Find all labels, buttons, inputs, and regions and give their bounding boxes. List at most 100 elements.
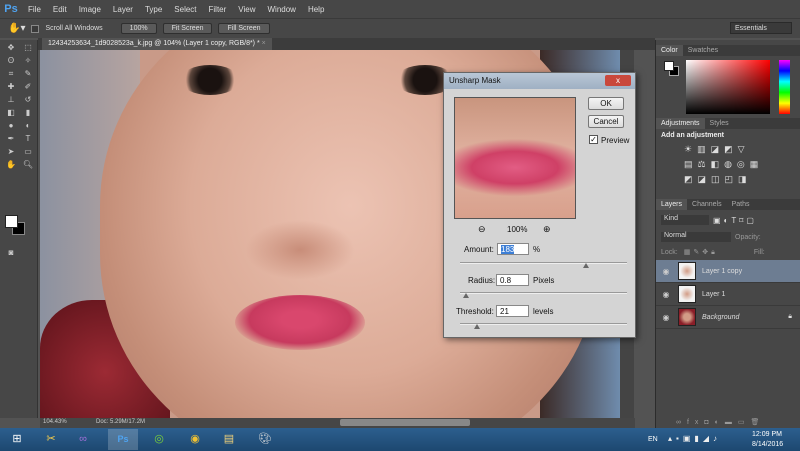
workspace-select[interactable]: Essentials [730,22,792,34]
layer-row[interactable]: ◉ Layer 1 copy [656,260,800,283]
menu-layer[interactable]: Layer [107,5,139,14]
zoom-in-icon[interactable]: ⊕ [543,224,551,235]
history-brush-icon[interactable]: ↺ [22,95,34,105]
lock-icons[interactable]: ▦✎✥🔒︎ [684,248,718,257]
adjustments-panel-tabs: Adjustments Styles [656,118,800,129]
layers-footer-icons[interactable]: ∞fx◘◐▬▭🗑︎ [676,418,765,426]
menu-type[interactable]: Type [139,5,168,14]
crop-tool-icon[interactable]: ⌗ [5,69,17,79]
radius-slider[interactable] [460,292,627,294]
amount-input[interactable]: 183 [497,243,529,255]
close-tab-icon[interactable]: × [262,40,266,47]
menu-window[interactable]: Window [262,5,302,14]
tab-swatches[interactable]: Swatches [683,45,723,56]
radius-slider-knob[interactable] [463,293,469,298]
menu-help[interactable]: Help [302,5,330,14]
layer-row[interactable]: ◉ Layer 1 [656,283,800,306]
amount-slider-knob[interactable] [583,263,589,268]
preview-image[interactable] [454,97,576,219]
taskbar-chrome-icon[interactable]: ◉ [180,429,210,450]
clock-time[interactable]: 12:09 PM [752,431,782,438]
preview-checkbox[interactable]: ✓ [589,135,598,144]
brush-tool-icon[interactable]: ✐ [22,82,34,92]
tab-layers[interactable]: Layers [656,199,688,210]
radius-unit: Pixels [533,276,555,285]
layer-row[interactable]: ◉ Background 🔒︎ [656,306,800,329]
healing-brush-icon[interactable]: ✚ [5,82,17,92]
visibility-eye-icon[interactable]: ◉ [656,313,676,322]
path-select-icon[interactable]: ➤ [5,147,17,157]
shape-tool-icon[interactable]: ▭ [22,147,34,157]
menu-file[interactable]: File [22,5,47,14]
menu-image[interactable]: Image [73,5,107,14]
tab-styles[interactable]: Styles [705,118,734,129]
dodge-tool-icon[interactable]: ◐ [22,121,34,131]
zoom-100-button[interactable]: 100% [120,23,157,34]
fit-screen-button[interactable]: Fit Screen [162,23,213,34]
ok-button[interactable]: OK [588,97,624,110]
eraser-icon[interactable]: ◧ [5,108,17,118]
tab-adjustments[interactable]: Adjustments [656,118,705,129]
menu-filter[interactable]: Filter [203,5,233,14]
hand-tool-icon[interactable]: ✋▾ [8,23,25,34]
eyedropper-icon[interactable]: ✎ [22,69,34,79]
taskbar-paint-icon[interactable]: 🎨︎ [250,429,280,450]
type-tool-icon[interactable]: T [22,134,34,144]
document-tab[interactable]: 12434253634_1d9028523a_k.jpg @ 104% (Lay… [42,38,272,50]
lasso-tool-icon[interactable]: ʘ [5,56,17,66]
move-tool-icon[interactable]: ✥ [5,43,17,53]
hand-tool-icon[interactable]: ✋ [5,160,17,170]
blur-tool-icon[interactable]: ● [5,121,17,131]
layer-filter-row: Kind ▣◐T⌑▢ [661,213,795,227]
filter-icons[interactable]: ▣◐T⌑▢ [713,216,757,225]
hue-slider[interactable] [779,60,790,114]
stamp-tool-icon[interactable]: ⊥ [5,95,17,105]
radius-input[interactable]: 0.8 [496,274,529,286]
horizontal-scrollbar[interactable] [340,419,470,426]
start-button[interactable]: ⊞ [2,429,32,450]
language-indicator[interactable]: EN [648,436,658,443]
foreground-color-swatch[interactable] [5,215,18,228]
marquee-tool-icon[interactable]: ⬚ [22,43,34,53]
clock-date[interactable]: 8/14/2016 [752,441,783,448]
foreground-color[interactable] [664,61,674,71]
adjustment-icons[interactable]: ☀▥◪◩▽ ▤⚖◧◍◎▦ ◩◪◫◰◨ [656,142,800,187]
tray-icons[interactable]: ▴▪▣▮◢♪ [668,434,721,443]
menu-select[interactable]: Select [168,5,202,14]
scroll-all-checkbox[interactable] [31,24,40,33]
tab-channels[interactable]: Channels [687,199,727,210]
menu-view[interactable]: View [232,5,261,14]
menu-edit[interactable]: Edit [47,5,73,14]
threshold-input[interactable]: 21 [496,305,529,317]
zoom-tool-icon[interactable]: 🔍︎ [22,160,34,170]
taskbar-tools-icon[interactable]: ✂ [36,429,66,450]
pen-tool-icon[interactable]: ✒ [5,134,17,144]
fill-screen-button[interactable]: Fill Screen [218,23,270,34]
tab-color[interactable]: Color [656,45,683,56]
cancel-button[interactable]: Cancel [588,115,624,128]
lock-icon: 🔒︎ [788,313,792,320]
document-tab-title: 12434253634_1d9028523a_k.jpg @ 104% (Lay… [48,40,260,47]
quick-mask-icon[interactable]: ◙ [5,248,17,258]
scroll-all-label: Scroll All Windows [45,25,103,32]
tab-paths[interactable]: Paths [727,199,755,210]
taskbar-photoshop-icon[interactable]: Ps [108,429,138,450]
threshold-slider-knob[interactable] [474,324,480,329]
amount-slider[interactable] [460,262,627,264]
dialog-close-button[interactable]: x [605,75,631,86]
threshold-slider[interactable] [460,323,627,325]
gradient-tool-icon[interactable]: ▮ [22,108,34,118]
taskbar-explorer-icon[interactable]: ▤ [214,429,244,450]
visibility-eye-icon[interactable]: ◉ [656,267,676,276]
zoom-out-icon[interactable]: ⊖ [478,224,486,235]
color-picker-field[interactable] [686,60,770,114]
magic-wand-icon[interactable]: ✧ [22,56,34,66]
kind-filter-select[interactable]: Kind [661,215,709,225]
taskbar-visual-studio-icon[interactable]: ∞ [68,429,98,450]
taskbar-app-icon[interactable]: ◎ [144,429,174,450]
layer-thumbnail [678,262,696,280]
blend-mode-select[interactable]: Normal [661,232,731,242]
doc-size: Doc: 5.29M/17.2M [96,419,146,425]
zoom-level[interactable]: 104.43% [43,419,67,425]
visibility-eye-icon[interactable]: ◉ [656,290,676,299]
